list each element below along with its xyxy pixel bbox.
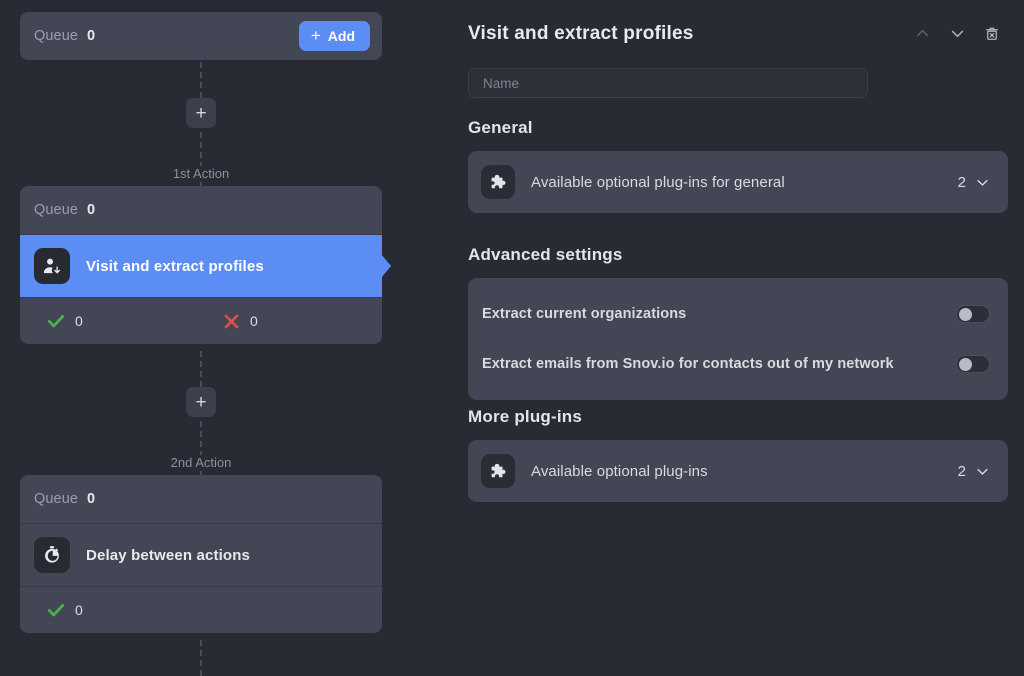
success-count: 0 [75,313,83,329]
add-step-button-2[interactable]: + [186,387,216,417]
check-icon [47,315,65,328]
flow-node-stats: 0 0 [20,298,382,344]
trash-icon[interactable] [984,25,1000,42]
chevron-up-icon[interactable] [914,25,931,42]
step-label-1: 1st Action [0,166,402,181]
queue-label: Queue [34,28,79,44]
app-root: Queue 0 + Add + 1st Action Queue 0 Visit… [0,0,1024,676]
stopwatch-icon [34,537,70,573]
plugin-row-label: Available optional plug-ins [531,462,708,480]
success-stat: 0 [46,600,83,620]
flow-node-action-visit-and-extract-profiles[interactable]: Visit and extract profiles [20,235,382,297]
add-button[interactable]: + Add [298,21,370,51]
cross-icon [224,314,239,328]
person-download-icon [34,248,70,284]
plugin-row-general[interactable]: Available optional plug-ins for general … [468,151,1008,213]
settings-header-actions [914,25,1000,42]
flow-node-action-delay-between-actions[interactable]: Delay between actions [20,524,382,586]
step-label-2: 2nd Action [0,455,402,470]
toggle-extract-current-organizations[interactable] [956,305,990,323]
success-stat: 0 [46,311,83,331]
workflow-flow-panel: Queue 0 + Add + 1st Action Queue 0 Visit… [0,0,402,676]
puzzle-piece-icon [481,165,515,199]
section-title-more-plug-ins: More plug-ins [468,407,583,426]
flow-start-node: Queue 0 + Add [20,12,382,60]
flow-node-2[interactable]: Queue 0 Delay between actions 0 [20,475,382,633]
puzzle-piece-icon [481,454,515,488]
queue-count: 0 [87,28,96,44]
queue-label: Queue [34,202,79,218]
toggle-label: Extract current organizations [482,306,687,322]
plugin-row-label: Available optional plug-ins for general [531,173,785,191]
plugin-row-more-plug-ins[interactable]: Available optional plug-ins 2 [468,440,1008,502]
action-settings-panel: Visit and extract profiles G [402,0,1024,676]
plugin-row-count: 2 [958,463,990,480]
toggle-extract-emails-from-snov-io[interactable] [956,355,990,373]
queue-row: Queue 0 [20,475,382,523]
section-title-general: General [468,118,533,137]
flow-node-1[interactable]: Queue 0 Visit and extract profiles 0 0 [20,186,382,344]
chevron-down-icon [977,179,988,186]
section-card-general: Available optional plug-ins for general … [468,151,1008,213]
settings-header: Visit and extract profiles [468,23,1008,53]
fail-stat: 0 [222,312,258,331]
queue-count: 0 [87,491,96,507]
chevron-down-icon[interactable] [949,25,966,42]
check-icon [47,604,65,617]
toggle-label: Extract emails from Snov.io for contacts… [482,356,894,372]
name-input[interactable] [468,68,868,98]
toggle-row-extract-emails-from-snov-io: Extract emails from Snov.io for contacts… [468,340,1008,388]
plugin-count-value: 2 [957,173,966,191]
section-card-advanced-settings: Extract current organizations Extract em… [468,278,1008,400]
flow-node-action-title: Delay between actions [86,546,251,564]
section-title-advanced-settings: Advanced settings [468,245,623,264]
queue-label: Queue [34,491,79,507]
success-count: 0 [75,602,83,618]
flow-connector-line-3 [200,640,202,676]
flow-node-stats: 0 [20,587,382,633]
add-step-button-1[interactable]: + [186,98,216,128]
section-card-more-plug-ins: Available optional plug-ins 2 [468,440,1008,502]
flow-node-action-title: Visit and extract profiles [86,257,264,275]
fail-count: 0 [250,313,258,329]
add-button-label: Add [327,28,355,44]
queue-row: Queue 0 + Add [20,12,382,60]
plus-icon: + [310,26,321,45]
queue-row: Queue 0 [20,186,382,234]
plugin-count-value: 2 [957,462,966,480]
queue-count: 0 [87,202,96,218]
toggle-row-extract-current-organizations: Extract current organizations [468,290,1008,338]
plugin-row-count: 2 [958,174,990,191]
chevron-down-icon [977,468,988,475]
